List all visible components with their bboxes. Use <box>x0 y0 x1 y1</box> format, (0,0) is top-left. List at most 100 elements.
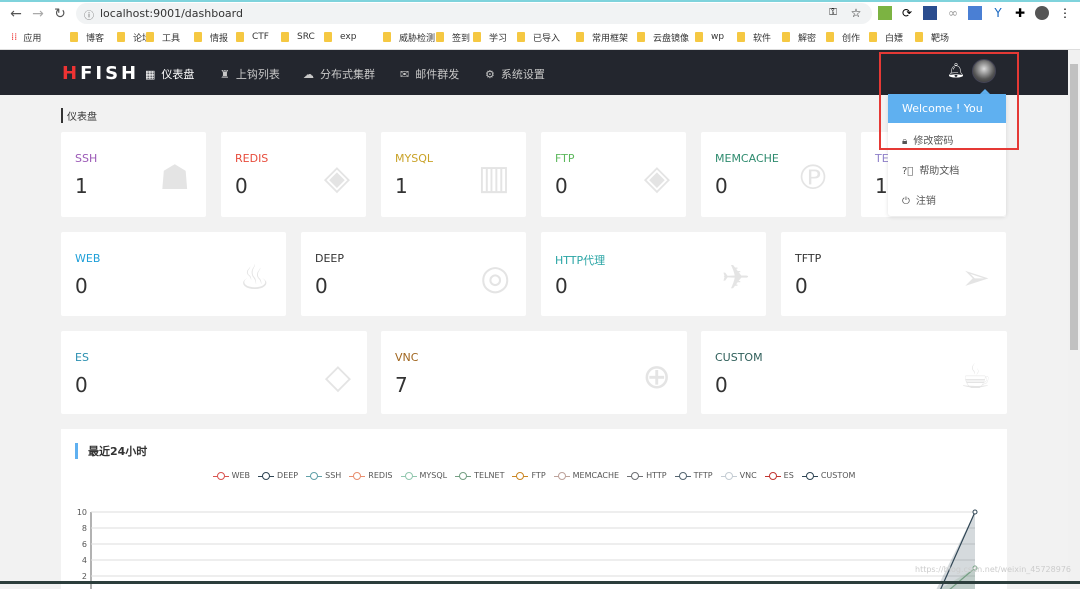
bookmark[interactable]: ⁞⁞ 应用 <box>11 27 41 47</box>
dropdown-item[interactable]: ?⃝ 帮助文档 <box>888 153 1006 183</box>
card-label: CUSTOM <box>715 351 763 364</box>
browser-chrome: ← → ↻ ⓘ localhost:9001/dashboard ⚿ ☆ ⟳ ∞ … <box>0 0 1080 50</box>
bookmark[interactable]: 云盘镜像 <box>637 27 689 47</box>
stat-card: MEMCACHE 0 ℗ <box>701 132 846 217</box>
bookmark[interactable]: 创作 <box>826 27 860 47</box>
bookmark[interactable]: CTF <box>236 27 269 47</box>
folder-icon <box>637 32 645 42</box>
y-tick-label: 6 <box>82 540 87 549</box>
folder-icon <box>436 32 444 42</box>
profile-icon[interactable] <box>1035 6 1049 20</box>
y-tick-label: 2 <box>82 572 87 581</box>
card-value: 0 <box>555 174 568 198</box>
folder-icon <box>737 32 745 42</box>
translate-icon[interactable] <box>968 6 982 20</box>
folder-icon <box>695 32 703 42</box>
reload-icon[interactable]: ↻ <box>52 6 68 22</box>
url-text: localhost:9001/dashboard <box>100 7 243 20</box>
address-bar[interactable]: ⓘ localhost:9001/dashboard <box>76 3 872 24</box>
stat-card: MYSQL 1 ▥ <box>381 132 526 217</box>
extension-icon[interactable]: Y <box>991 6 1005 20</box>
folder-icon <box>194 32 202 42</box>
card-label: WEB <box>75 252 101 265</box>
highlight-box <box>879 52 1019 150</box>
bookmark[interactable]: 工具 <box>146 27 180 47</box>
bookmark[interactable]: 情报 <box>194 27 228 47</box>
folder-icon <box>146 32 154 42</box>
card-value: 0 <box>75 373 88 397</box>
bookmark[interactable]: exp <box>324 27 356 47</box>
bookmark[interactable]: 软件 <box>737 27 771 47</box>
folder-icon <box>324 32 332 42</box>
card-value: 0 <box>715 373 728 397</box>
layers-icon: ◈ <box>323 158 350 198</box>
coffee-icon: ☕ <box>960 357 991 397</box>
chart-card: 最近24小时 WEB DEEP SSH REDIS MYSQL TELNET FTP MEMC… <box>61 429 1007 589</box>
bookmark[interactable]: 威胁检测 <box>383 27 435 47</box>
folder-icon <box>517 32 525 42</box>
card-label: ES <box>75 351 89 364</box>
y-tick-label: 4 <box>82 556 87 565</box>
nav-item[interactable]: ♜ 上钩列表 <box>220 66 280 82</box>
globe-icon: ◎ <box>480 258 510 298</box>
nav-item[interactable]: ✉ 邮件群发 <box>400 66 459 82</box>
dropdown-item[interactable]: ⏻ 注销 <box>888 183 1006 213</box>
folder-icon <box>869 32 877 42</box>
folder-icon <box>473 32 481 42</box>
bookmark[interactable]: 常用框架 <box>576 27 628 47</box>
card-label: FTP <box>555 152 575 165</box>
breadcrumb: 仪表盘 <box>61 108 97 123</box>
bookmark[interactable]: SRC <box>281 27 315 47</box>
sync-icon[interactable]: ⟳ <box>900 6 914 20</box>
star-icon[interactable]: ☆ <box>849 6 863 20</box>
nav-item[interactable]: ⚙ 系统设置 <box>485 66 545 82</box>
dashboard-icon: ▦ <box>145 67 156 81</box>
extension-icon[interactable] <box>923 6 937 20</box>
tab-strip <box>0 0 1080 2</box>
nav-item[interactable]: ▦ 仪表盘 <box>145 66 194 82</box>
forward-icon[interactable]: → <box>30 6 46 22</box>
bookmark[interactable]: 博客 <box>70 27 104 47</box>
back-icon[interactable]: ← <box>8 6 24 22</box>
card-value: 1 <box>75 174 88 198</box>
bookmark[interactable]: wp <box>695 27 724 47</box>
bookmark[interactable]: 白嫖 <box>869 27 903 47</box>
folder-icon <box>117 32 125 42</box>
stat-card: VNC 7 ⊕ <box>381 331 687 414</box>
folder-icon <box>383 32 391 42</box>
fire-icon: ♨ <box>239 258 270 298</box>
key-icon[interactable]: ⚿ <box>826 7 840 21</box>
folder-icon <box>236 32 244 42</box>
card-label: DEEP <box>315 252 345 265</box>
scrollbar[interactable] <box>1068 50 1080 584</box>
mail-icon: ✉ <box>400 67 410 81</box>
layers-icon: ◈ <box>643 158 670 198</box>
puzzle-icon[interactable]: ✚ <box>1013 6 1027 20</box>
menu-icon[interactable]: ⋮ <box>1058 6 1072 20</box>
card-label: MEMCACHE <box>715 152 779 165</box>
card-value: 7 <box>395 373 408 397</box>
ghost-icon: ☗ <box>159 158 190 198</box>
folder-icon <box>915 32 923 42</box>
crosshair-icon: ⊕ <box>642 357 672 397</box>
bookmark[interactable]: 学习 <box>473 27 507 47</box>
nav-item[interactable]: ☁ 分布式集群 <box>303 66 375 82</box>
extension-icon[interactable] <box>878 6 892 20</box>
card-label: VNC <box>395 351 419 364</box>
bookmark[interactable]: 解密 <box>782 27 816 47</box>
y-tick-label: 10 <box>77 508 87 517</box>
extension-icon[interactable]: ∞ <box>946 6 960 20</box>
cloud-icon: ☁ <box>303 67 314 81</box>
stat-card: TFTP 0 ➢ <box>781 232 1006 316</box>
card-value: 0 <box>555 274 568 298</box>
bookmark[interactable]: 靶场 <box>915 27 949 47</box>
data-point <box>972 509 978 515</box>
bar-chart-icon: ▥ <box>477 158 510 198</box>
bookmark[interactable]: 签到 <box>436 27 470 47</box>
card-label: REDIS <box>235 152 269 165</box>
card-value: 0 <box>235 174 248 198</box>
bookmark[interactable]: 已导入 <box>517 27 560 47</box>
plane-icon: ✈ <box>721 258 751 298</box>
stat-card: HTTP代理 0 ✈ <box>541 232 766 316</box>
folder-icon <box>782 32 790 42</box>
